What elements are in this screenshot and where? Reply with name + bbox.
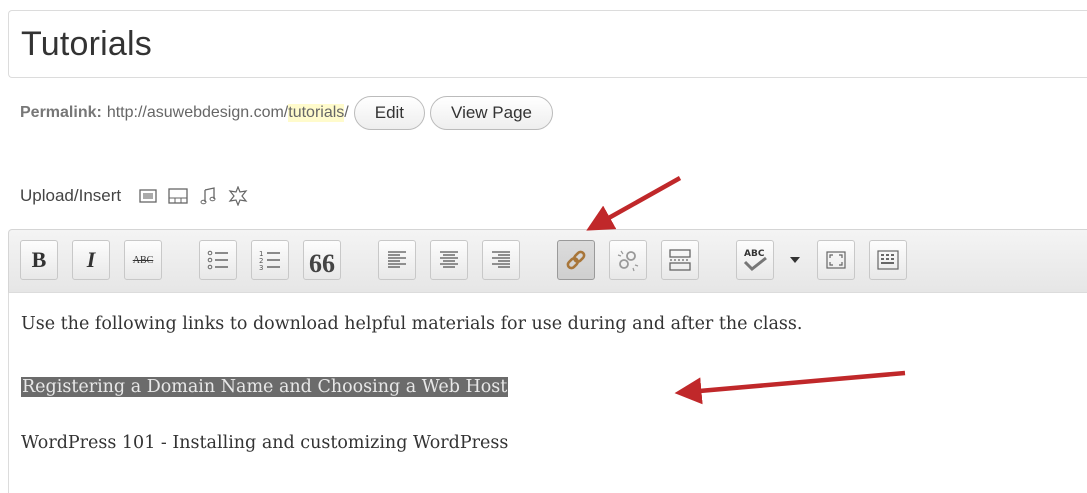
arrow-to-link-button [586,176,682,231]
annotation-arrows [586,176,906,405]
arrow-to-selected-text [674,370,906,405]
